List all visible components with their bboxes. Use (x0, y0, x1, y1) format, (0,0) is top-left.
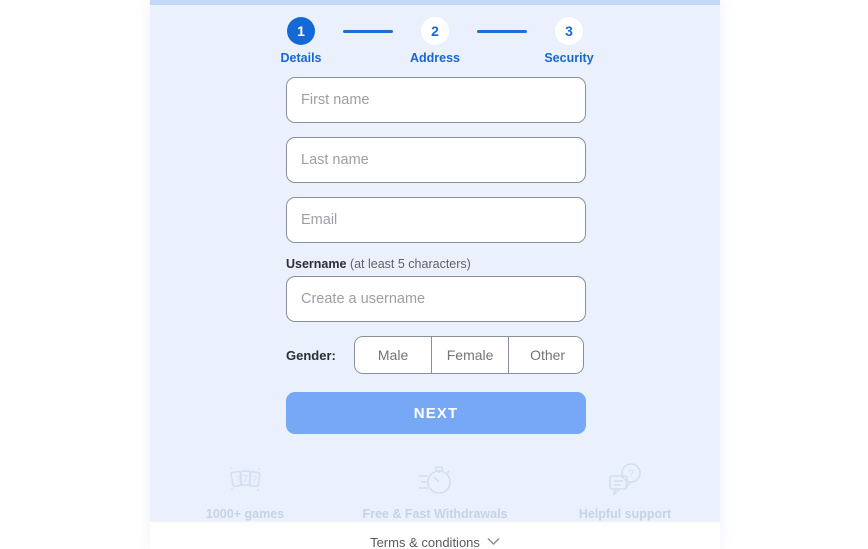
username-input[interactable] (286, 276, 586, 322)
gender-option-other[interactable]: Other (509, 337, 584, 373)
username-label-text: Username (286, 257, 347, 271)
features-row: 7 7 7 1000+ games Free & Fast Withdrawal… (150, 460, 720, 521)
svg-text:7: 7 (251, 475, 258, 487)
stepper: 1 Details 2 Address 3 Security (150, 5, 720, 65)
first-name-input[interactable] (286, 77, 586, 123)
username-hint-text: (at least 5 characters) (349, 257, 471, 271)
registration-card: 1 Details 2 Address 3 Security First nam… (150, 0, 720, 549)
step-2-circle: 2 (421, 17, 449, 45)
stepper-step-1[interactable]: 1 Details (259, 17, 343, 65)
gender-option-male[interactable]: Male (355, 337, 433, 373)
terms-and-conditions-label: Terms & conditions (370, 534, 480, 549)
step-1-circle: 1 (287, 17, 315, 45)
gender-segmented-control: Male Female Other (354, 336, 584, 374)
feature-withdrawals-label: Free & Fast Withdrawals (362, 507, 508, 521)
chevron-down-icon[interactable] (487, 533, 500, 549)
svg-text:7: 7 (243, 474, 249, 485)
page-root: 1 Details 2 Address 3 Security First nam… (0, 0, 868, 549)
step-connector-1-2 (343, 30, 393, 33)
slot-machine-icon: 7 7 7 (225, 460, 265, 500)
svg-text:?: ? (628, 468, 634, 480)
last-name-input[interactable] (286, 137, 586, 183)
stepper-step-3[interactable]: 3 Security (527, 17, 611, 65)
gender-label: Gender: (286, 347, 336, 363)
step-1-label: Details (280, 51, 322, 65)
gender-row: Gender: Male Female Other (286, 336, 584, 374)
registration-form: Username (at least 5 characters) Gender:… (150, 77, 720, 434)
step-connector-2-3 (477, 30, 527, 33)
support-chat-icon: ? (605, 460, 645, 500)
feature-support-label: Helpful support (578, 507, 672, 521)
feature-withdrawals: Free & Fast Withdrawals (360, 460, 510, 521)
step-3-circle: 3 (555, 17, 583, 45)
gender-option-female[interactable]: Female (432, 337, 510, 373)
username-label: Username (at least 5 characters) (286, 257, 584, 271)
step-2-label: Address (409, 51, 461, 65)
feature-games: 7 7 7 1000+ games (170, 460, 320, 521)
email-input[interactable] (286, 197, 586, 243)
feature-games-label: 1000+ games (205, 507, 285, 521)
step-3-label: Security (544, 51, 594, 65)
stopwatch-icon (415, 460, 455, 500)
card-body: 1 Details 2 Address 3 Security First nam… (150, 5, 720, 521)
stepper-step-2[interactable]: 2 Address (393, 17, 477, 65)
feature-support: ? Helpful support (550, 460, 700, 521)
card-footer[interactable]: Terms & conditions (150, 521, 720, 549)
next-button[interactable]: NEXT (286, 392, 586, 434)
